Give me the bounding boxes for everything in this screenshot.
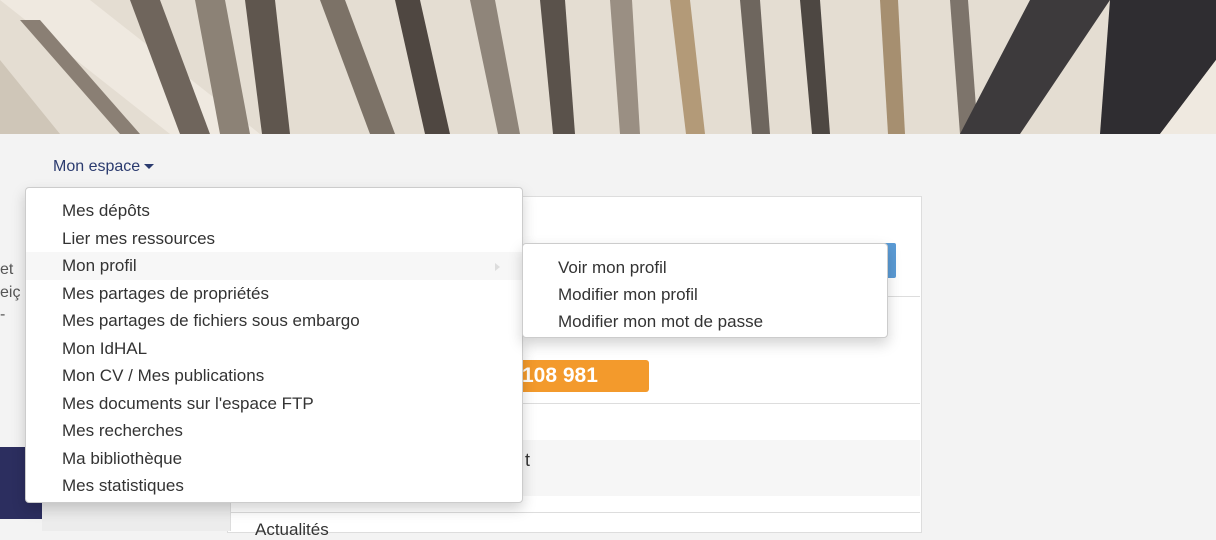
submenu-item-voir-mon-profil[interactable]: Voir mon profil <box>523 254 887 281</box>
menu-item-label: Mon profil <box>62 256 137 275</box>
menu-item-mes-documents-ftp[interactable]: Mes documents sur l'espace FTP <box>26 390 522 418</box>
menu-item-mon-idhal[interactable]: Mon IdHAL <box>26 335 522 363</box>
mon-espace-dropdown: Mes dépôts Lier mes ressources Mon profi… <box>25 187 523 503</box>
mon-espace-label: Mon espace <box>53 158 141 175</box>
menu-item-mes-depots[interactable]: Mes dépôts <box>26 197 522 225</box>
mon-profil-submenu: Voir mon profil Modifier mon profil Modi… <box>522 243 888 338</box>
partial-text: t <box>525 450 531 470</box>
caret-down-icon <box>144 164 155 170</box>
menu-item-lier-mes-ressources[interactable]: Lier mes ressources <box>26 225 522 253</box>
menu-item-mes-statistiques[interactable]: Mes statistiques <box>26 472 522 500</box>
left-text-fragment: - <box>0 306 6 323</box>
menu-item-mes-recherches[interactable]: Mes recherches <box>26 417 522 445</box>
submenu-item-modifier-mot-de-passe[interactable]: Modifier mon mot de passe <box>523 308 887 335</box>
submenu-item-modifier-mon-profil[interactable]: Modifier mon profil <box>523 281 887 308</box>
menu-item-mon-cv-mes-publications[interactable]: Mon CV / Mes publications <box>26 362 522 390</box>
menu-item-mes-partages-de-fichiers-sous-embargo[interactable]: Mes partages de fichiers sous embargo <box>26 307 522 335</box>
left-text-fragment: et <box>0 261 14 278</box>
divider <box>227 512 920 513</box>
banner-architecture-graphic <box>0 0 1216 134</box>
news-heading: Actualités <box>255 520 329 539</box>
left-text-fragment: eiç <box>0 284 21 301</box>
submenu-arrow-icon <box>495 263 500 271</box>
menu-item-mon-profil[interactable]: Mon profil <box>26 252 522 280</box>
header-banner-image <box>0 0 1216 134</box>
mon-espace-menu-button[interactable]: Mon espace <box>53 158 155 176</box>
menu-item-ma-bibliotheque[interactable]: Ma bibliothèque <box>26 445 522 473</box>
menu-item-mes-partages-de-proprietes[interactable]: Mes partages de propriétés <box>26 280 522 308</box>
document-counter-badge: 108 981 <box>510 360 649 392</box>
